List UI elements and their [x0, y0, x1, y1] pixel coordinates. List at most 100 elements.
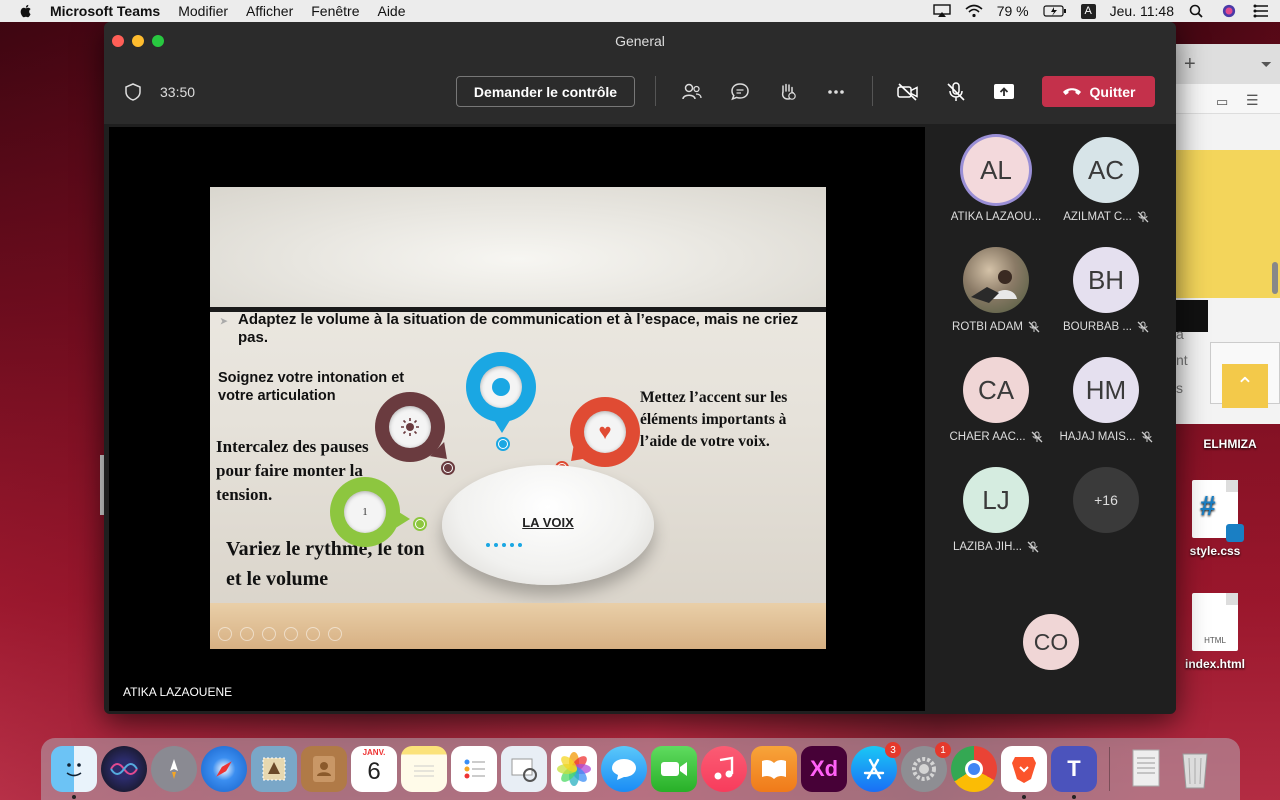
microphone-off-icon[interactable] [944, 80, 968, 104]
new-tab-icon[interactable]: + [1184, 53, 1196, 76]
menu-fenetre[interactable]: Fenêtre [311, 3, 359, 19]
desktop-label-elhmiza[interactable]: ELHMIZA [1185, 437, 1275, 451]
menu-afficher[interactable]: Afficher [246, 3, 293, 19]
slide-header-area [210, 187, 826, 307]
participant-tile[interactable]: ROTBI ADAM [941, 237, 1051, 347]
microphone-muted-icon [1031, 431, 1042, 443]
browser-menu-icon[interactable]: ☰ [1246, 92, 1259, 109]
teams-window: General 33:50 Demander le contrôle Quitt… [104, 22, 1176, 714]
pen-icon[interactable] [262, 627, 276, 641]
prev-slide-icon[interactable] [218, 627, 232, 641]
menu-aide[interactable]: Aide [377, 3, 405, 19]
reminders-icon[interactable] [451, 746, 497, 792]
slide-bullet-volume: Adaptez le volume à la situation de comm… [220, 311, 818, 347]
input-source-indicator[interactable]: A [1080, 3, 1096, 19]
menu-app-name[interactable]: Microsoft Teams [50, 3, 160, 19]
request-control-button[interactable]: Demander le contrôle [456, 76, 635, 107]
music-icon[interactable] [701, 746, 747, 792]
books-icon[interactable] [751, 746, 797, 792]
participant-tile[interactable]: LJ LAZIBA JIH... [941, 457, 1051, 567]
file-name: index.html [1184, 657, 1245, 671]
background-browser-window[interactable]: + ⏷ ▭ ☰ a nt s ⌃ [1176, 44, 1280, 424]
zoom-window-button[interactable] [152, 35, 164, 47]
slides-grid-icon[interactable] [284, 627, 298, 641]
app-store-icon[interactable]: 3 [851, 742, 901, 792]
page-text-fragment: a [1176, 326, 1184, 342]
trash-icon[interactable] [1172, 746, 1218, 792]
slideshow-controls[interactable] [218, 627, 342, 641]
participant-name: AZILMAT C... [1063, 211, 1132, 223]
notes-icon[interactable] [401, 746, 447, 792]
dock-separator [1109, 747, 1110, 791]
wifi-icon[interactable] [965, 4, 983, 18]
browser-toolbar: ▭ ☰ [1176, 84, 1280, 114]
messages-icon[interactable] [601, 746, 647, 792]
microphone-muted-icon [1137, 211, 1149, 223]
tab-menu-icon[interactable]: ⏷ [1261, 56, 1272, 73]
pin-anchor-dot [413, 517, 427, 531]
participant-tile[interactable]: AL ATIKA LAZAOU... [941, 127, 1051, 237]
facetime-icon[interactable] [651, 746, 697, 792]
zoom-icon[interactable] [306, 627, 320, 641]
system-preferences-icon[interactable]: 1 [901, 742, 951, 792]
safari-icon[interactable] [201, 746, 247, 792]
meeting-control-bar: 33:50 Demander le contrôle Quitter [104, 60, 1176, 124]
airplay-icon[interactable] [933, 4, 951, 18]
participant-tile[interactable]: CA CHAER AAC... [941, 347, 1051, 457]
shared-content-stage[interactable]: Adaptez le volume à la situation de comm… [109, 127, 925, 711]
participant-tile[interactable]: AC AZILMAT C... [1051, 127, 1161, 237]
control-center-icon[interactable] [1252, 4, 1270, 18]
microphone-muted-icon [1027, 541, 1039, 553]
more-options-icon[interactable] [824, 80, 848, 104]
teams-icon[interactable]: T [1051, 746, 1097, 799]
calendar-icon[interactable]: JANV. 6 [351, 746, 397, 792]
close-window-button[interactable] [112, 35, 124, 47]
meeting-timer: 33:50 [160, 84, 196, 100]
minimize-window-button[interactable] [132, 35, 144, 47]
spotlight-search-icon[interactable] [1188, 4, 1206, 18]
brave-icon[interactable] [1001, 746, 1047, 799]
window-titlebar[interactable]: General [104, 22, 1176, 60]
menu-modifier[interactable]: Modifier [178, 3, 228, 19]
preview-icon[interactable] [501, 746, 547, 792]
pin-tail [492, 417, 512, 433]
more-slide-options-icon[interactable] [328, 627, 342, 641]
share-screen-icon[interactable] [992, 80, 1016, 104]
participant-name: CHAER AAC... [949, 431, 1026, 443]
participant-tile[interactable]: HM HAJAJ MAIS... [1051, 347, 1161, 457]
chat-icon[interactable] [728, 80, 752, 104]
wallet-icon[interactable]: ▭ [1216, 94, 1228, 110]
menu-clock[interactable]: Jeu. 11:48 [1110, 3, 1174, 19]
battery-icon[interactable] [1043, 4, 1067, 18]
calendar-day: 6 [367, 758, 381, 785]
photos-icon[interactable] [551, 746, 597, 792]
camera-off-icon[interactable] [896, 80, 920, 104]
self-avatar[interactable]: CO [1023, 614, 1079, 670]
chrome-icon[interactable] [951, 746, 997, 792]
shield-icon[interactable] [124, 83, 142, 101]
desktop-file-style-css[interactable]: # style.css [1170, 480, 1260, 558]
desktop-file-index-html[interactable]: HTML index.html [1170, 593, 1260, 671]
downloads-stack-icon[interactable] [1122, 746, 1168, 792]
siri-icon[interactable] [1220, 4, 1238, 18]
next-slide-icon[interactable] [240, 627, 254, 641]
scroll-to-top-button[interactable]: ⌃ [1222, 364, 1268, 408]
pin-anchor-dot [441, 461, 455, 475]
finder-icon[interactable] [51, 746, 97, 799]
adobe-xd-icon[interactable]: Xd [801, 746, 847, 792]
siri-icon[interactable] [101, 746, 147, 792]
launchpad-icon[interactable] [151, 746, 197, 792]
more-participants-tile[interactable]: +16 [1051, 457, 1161, 567]
participants-icon[interactable] [680, 80, 704, 104]
reactions-hand-icon[interactable] [776, 80, 800, 104]
contacts-icon[interactable] [301, 746, 347, 792]
participant-tile[interactable]: BH BOURBAB ... [1051, 237, 1161, 347]
leave-meeting-button[interactable]: Quitter [1042, 76, 1155, 107]
apple-menu-icon[interactable] [18, 3, 34, 19]
browser-scrollbar[interactable] [1272, 262, 1278, 294]
target-icon [480, 366, 522, 408]
browser-tab-bar[interactable]: + ⏷ [1176, 44, 1280, 84]
file-type-label: HTML [1204, 636, 1226, 645]
pin-anchor-dot [496, 437, 510, 451]
mail-stamp-icon[interactable] [251, 746, 297, 792]
